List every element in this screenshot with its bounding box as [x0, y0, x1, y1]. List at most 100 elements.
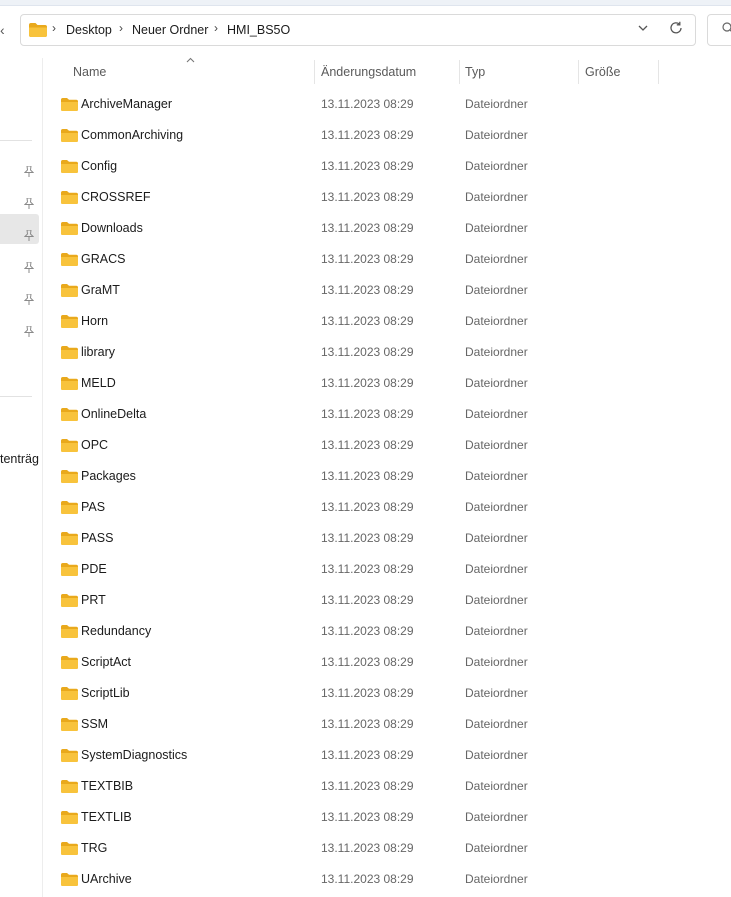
file-name: Redundancy	[81, 624, 152, 638]
file-type: Dateiordner	[465, 128, 528, 142]
file-date: 13.11.2023 08:29	[321, 872, 414, 886]
file-date: 13.11.2023 08:29	[321, 624, 414, 638]
file-type: Dateiordner	[465, 500, 528, 514]
table-row[interactable]: OnlineDelta 13.11.2023 08:29 Dateiordner	[55, 398, 675, 429]
folder-icon	[61, 532, 78, 550]
file-name: Config	[81, 159, 118, 173]
table-row[interactable]: OPC 13.11.2023 08:29 Dateiordner	[55, 429, 675, 460]
file-date: 13.11.2023 08:29	[321, 221, 414, 235]
table-row[interactable]: SSM 13.11.2023 08:29 Dateiordner	[55, 708, 675, 739]
address-bar[interactable]: › Desktop › Neuer Ordner › HMI_BS5O	[20, 14, 696, 46]
folder-icon	[61, 687, 78, 705]
table-row[interactable]: Packages 13.11.2023 08:29 Dateiordner	[55, 460, 675, 491]
breadcrumb-desktop[interactable]: Desktop	[66, 23, 112, 37]
folder-icon	[61, 780, 78, 798]
folder-icon	[61, 656, 78, 674]
sidebar-item-label[interactable]: tenträg	[0, 452, 39, 466]
file-date: 13.11.2023 08:29	[321, 376, 414, 390]
file-date: 13.11.2023 08:29	[321, 562, 414, 576]
navigation-sidebar: tenträg	[0, 58, 40, 897]
table-row[interactable]: CommonArchiving 13.11.2023 08:29 Dateiordn…	[55, 119, 675, 150]
file-name: PDE	[81, 562, 107, 576]
chevron-down-icon[interactable]	[637, 22, 649, 37]
chevron-right-icon[interactable]: ›	[214, 21, 218, 35]
pin-icon[interactable]	[23, 261, 35, 276]
table-row[interactable]: PRT 13.11.2023 08:29 Dateiordner	[55, 584, 675, 615]
table-row[interactable]: ScriptAct 13.11.2023 08:29 Dateiordner	[55, 646, 675, 677]
file-type: Dateiordner	[465, 748, 528, 762]
column-separator[interactable]	[578, 60, 579, 84]
table-row[interactable]: GraMT 13.11.2023 08:29 Dateiordner	[55, 274, 675, 305]
table-row[interactable]: GRACS 13.11.2023 08:29 Dateiordner	[55, 243, 675, 274]
table-row[interactable]: UArchive 13.11.2023 08:29 Dateiordner	[55, 863, 675, 894]
table-row[interactable]: TRG 13.11.2023 08:29 Dateiordner	[55, 832, 675, 863]
file-type: Dateiordner	[465, 841, 528, 855]
column-separator[interactable]	[459, 60, 460, 84]
table-row[interactable]: Horn 13.11.2023 08:29 Dateiordner	[55, 305, 675, 336]
chevron-right-icon[interactable]: ›	[119, 21, 123, 35]
chevron-right-icon[interactable]: ›	[52, 21, 56, 35]
chevron-left-icon[interactable]: ‹	[0, 21, 10, 39]
pin-icon[interactable]	[23, 197, 35, 212]
file-name: library	[81, 345, 116, 359]
table-row[interactable]: SystemDiagnostics 13.11.2023 08:29 Dateior…	[55, 739, 675, 770]
pin-icon[interactable]	[23, 229, 35, 244]
table-row[interactable]: ScriptLib 13.11.2023 08:29 Dateiordner	[55, 677, 675, 708]
file-date: 13.11.2023 08:29	[321, 841, 414, 855]
file-date: 13.11.2023 08:29	[321, 128, 414, 142]
file-name: SSM	[81, 717, 109, 731]
table-row[interactable]: Downloads 13.11.2023 08:29 Dateiordner	[55, 212, 675, 243]
file-type: Dateiordner	[465, 283, 528, 297]
file-date: 13.11.2023 08:29	[321, 314, 414, 328]
file-type: Dateiordner	[465, 469, 528, 483]
folder-icon	[61, 811, 78, 829]
breadcrumb-neuer-ordner[interactable]: Neuer Ordner	[132, 23, 208, 37]
folder-icon	[61, 98, 78, 116]
folder-icon	[61, 439, 78, 457]
file-name: GRACS	[81, 252, 126, 266]
table-row[interactable]: PDE 13.11.2023 08:29 Dateiordner	[55, 553, 675, 584]
file-name: PASS	[81, 531, 114, 545]
pane-divider	[42, 58, 43, 897]
file-date: 13.11.2023 08:29	[321, 593, 414, 607]
file-type: Dateiordner	[465, 407, 528, 421]
breadcrumb-hmi-bs5o[interactable]: HMI_BS5O	[227, 23, 290, 37]
folder-icon	[61, 191, 78, 209]
file-name: SystemDiagnostics	[81, 748, 188, 762]
search-box[interactable]	[707, 14, 731, 46]
file-date: 13.11.2023 08:29	[321, 686, 414, 700]
table-row[interactable]: CROSSREF 13.11.2023 08:29 Dateiordner	[55, 181, 675, 212]
file-name: CROSSREF	[81, 190, 151, 204]
file-name: PAS	[81, 500, 106, 514]
pin-icon[interactable]	[23, 293, 35, 308]
table-row[interactable]: MELD 13.11.2023 08:29 Dateiordner	[55, 367, 675, 398]
pin-icon[interactable]	[23, 165, 35, 180]
folder-icon	[61, 625, 78, 643]
table-row[interactable]: Config 13.11.2023 08:29 Dateiordner	[55, 150, 675, 181]
table-row[interactable]: TEXTLIB 13.11.2023 08:29 Dateiordner	[55, 801, 675, 832]
file-name: ScriptLib	[81, 686, 130, 700]
table-row[interactable]: TEXTBIB 13.11.2023 08:29 Dateiordner	[55, 770, 675, 801]
file-type: Dateiordner	[465, 314, 528, 328]
refresh-icon[interactable]	[669, 21, 683, 39]
file-name: OPC	[81, 438, 109, 452]
table-row[interactable]: library 13.11.2023 08:29 Dateiordner	[55, 336, 675, 367]
file-type: Dateiordner	[465, 531, 528, 545]
file-date: 13.11.2023 08:29	[321, 748, 414, 762]
table-row[interactable]: ArchiveManager 13.11.2023 08:29 Dateiordne…	[55, 88, 675, 119]
table-row[interactable]: PASS 13.11.2023 08:29 Dateiordner	[55, 522, 675, 553]
table-row[interactable]: Redundancy 13.11.2023 08:29 Dateiordner	[55, 615, 675, 646]
folder-icon	[61, 315, 78, 333]
column-separator[interactable]	[658, 60, 659, 84]
window-top-strip	[0, 0, 731, 6]
folder-icon	[61, 749, 78, 767]
file-name: MELD	[81, 376, 116, 390]
folder-icon	[61, 594, 78, 612]
folder-icon	[61, 129, 78, 147]
file-type: Dateiordner	[465, 97, 528, 111]
column-separator[interactable]	[314, 60, 315, 84]
pin-icon[interactable]	[23, 325, 35, 340]
table-row[interactable]: PAS 13.11.2023 08:29 Dateiordner	[55, 491, 675, 522]
folder-icon	[61, 377, 78, 395]
folder-icon	[61, 501, 78, 519]
